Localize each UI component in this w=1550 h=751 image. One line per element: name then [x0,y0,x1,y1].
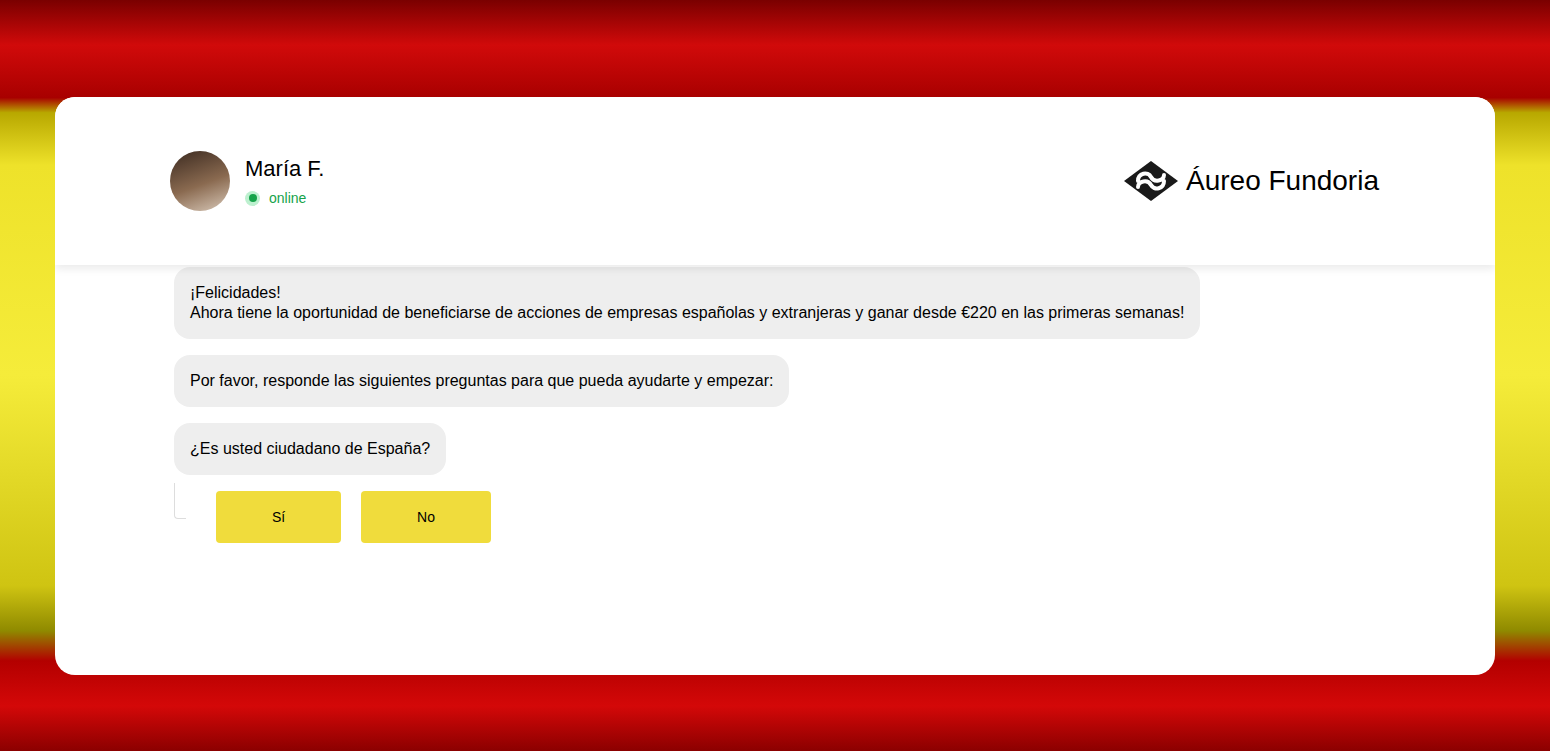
agent-name: María F. [245,155,324,183]
answer-marker [174,483,186,519]
message-line: Ahora tiene la oportunidad de beneficiar… [190,303,1184,323]
brand-logo-icon [1124,161,1178,201]
status-text: online [269,189,306,207]
chat-header: María F. online Áureo Fundoria [55,97,1495,265]
message-bubble: ¡Felicidades!Ahora tiene la oportunidad … [174,267,1200,339]
answer-button[interactable]: Sí [216,491,341,543]
agent-info: María F. online [170,151,324,211]
page: María F. online Áureo Fundoria ¡Felicidades… [0,0,1550,751]
chat-card: María F. online Áureo Fundoria ¡Felicidades… [55,97,1495,675]
answer-options: Sí No [216,491,491,543]
message-bubble: ¿Es usted ciudadano de España? [174,423,446,475]
agent-avatar [170,151,230,211]
brand-name: Áureo Fundoria [1186,164,1379,198]
answer-row: Sí No [174,491,491,543]
agent-status: online [245,189,324,207]
message-line: ¡Felicidades! [190,283,1184,303]
answer-button[interactable]: No [361,491,491,543]
message-line: ¿Es usted ciudadano de España? [190,439,430,459]
agent-text: María F. online [245,155,324,207]
brand: Áureo Fundoria [1124,161,1379,201]
status-dot-icon [245,191,260,206]
message-bubble: Por favor, responde las siguientes pregu… [174,355,789,407]
chat-messages: ¡Felicidades!Ahora tiene la oportunidad … [55,265,1495,543]
message-line: Por favor, responde las siguientes pregu… [190,371,773,391]
